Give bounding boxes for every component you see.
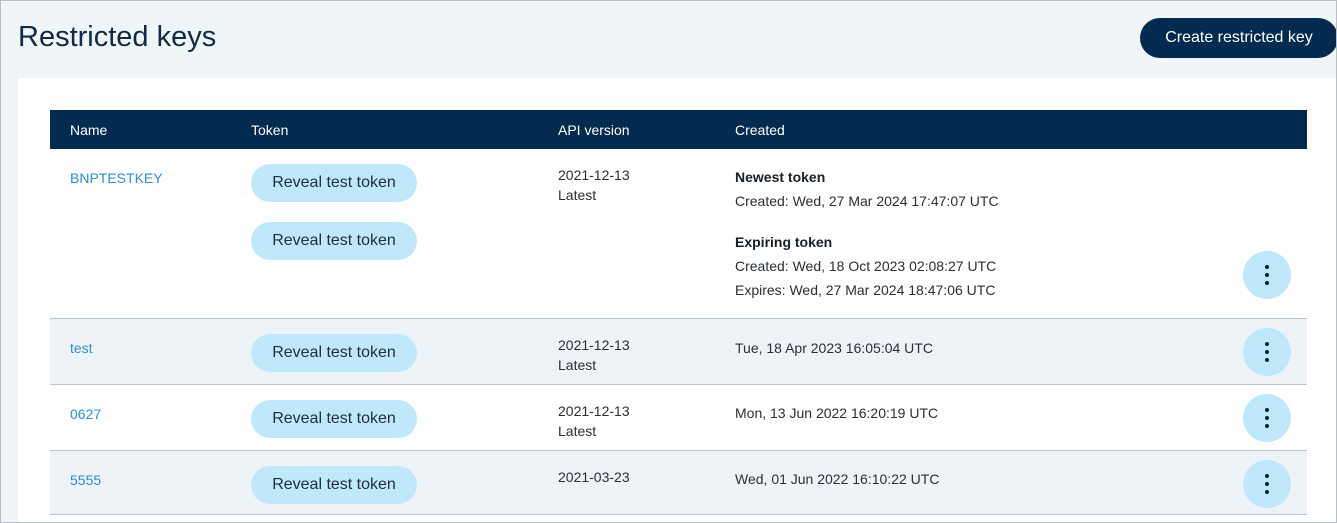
key-name-link[interactable]: 5555 <box>70 472 101 488</box>
reveal-test-token-button[interactable]: Reveal test token <box>251 466 417 504</box>
expiring-token-expires: Expires: Wed, 27 Mar 2024 18:47:06 UTC <box>735 282 996 298</box>
row-menu-button[interactable] <box>1243 460 1291 508</box>
created-date: Wed, 01 Jun 2022 16:10:22 UTC <box>735 471 940 487</box>
header-name: Name <box>70 122 108 138</box>
page-title: Restricted keys <box>18 21 217 53</box>
table-row: test Reveal test token 2021-12-13 Latest… <box>50 319 1307 385</box>
api-version: 2021-12-13 <box>558 167 630 183</box>
expiring-token-label: Expiring token <box>735 234 833 250</box>
key-name-link[interactable]: test <box>70 340 93 356</box>
row-menu-button[interactable] <box>1243 394 1291 442</box>
reveal-test-token-button[interactable]: Reveal test token <box>251 400 417 438</box>
api-version: 2021-12-13 <box>558 403 630 419</box>
api-version-tag: Latest <box>558 357 597 373</box>
api-version-cell: 2021-03-23 <box>558 467 630 487</box>
created-date: Mon, 13 Jun 2022 16:20:19 UTC <box>735 405 939 421</box>
more-vertical-icon <box>1265 474 1269 494</box>
reveal-test-token-button[interactable]: Reveal test token <box>251 334 417 372</box>
create-restricted-key-button[interactable]: Create restricted key <box>1140 18 1336 58</box>
restricted-keys-page: Restricted keys Create restricted key Na… <box>0 0 1337 523</box>
header-created: Created <box>735 122 785 138</box>
table-row: 0627 Reveal test token 2021-12-13 Latest… <box>50 385 1307 451</box>
created-cell: Newest token Created: Wed, 27 Mar 2024 1… <box>735 169 999 298</box>
row-menu-button[interactable] <box>1243 251 1291 299</box>
reveal-test-token-button[interactable]: Reveal test token <box>251 164 417 202</box>
newest-token-created: Created: Wed, 27 Mar 2024 17:47:07 UTC <box>735 193 999 209</box>
header-token: Token <box>251 122 289 138</box>
table-row: BNPTESTKEY Reveal test token Reveal test… <box>50 149 1307 319</box>
more-vertical-icon <box>1265 408 1269 428</box>
table-header: Name Token API version Created <box>50 110 1307 149</box>
restricted-keys-table: Name Token API version Created BNPTESTKE… <box>50 110 1307 515</box>
key-name-link[interactable]: 0627 <box>70 406 101 422</box>
newest-token-label: Newest token <box>735 169 826 185</box>
api-version-tag: Latest <box>558 423 597 439</box>
api-version-cell: 2021-12-13 Latest <box>558 335 630 375</box>
api-version-cell: 2021-12-13 Latest <box>558 401 630 441</box>
created-date: Tue, 18 Apr 2023 16:05:04 UTC <box>735 340 933 356</box>
table-row: 5555 Reveal test token 2021-03-23 Wed, 0… <box>50 451 1307 515</box>
key-name-link[interactable]: BNPTESTKEY <box>70 170 163 186</box>
more-vertical-icon <box>1265 342 1269 362</box>
header-api-version: API version <box>558 122 630 138</box>
expiring-token-created: Created: Wed, 18 Oct 2023 02:08:27 UTC <box>735 258 997 274</box>
api-version-cell: 2021-12-13 Latest <box>558 165 630 205</box>
api-version-tag: Latest <box>558 187 597 203</box>
more-vertical-icon <box>1265 265 1269 285</box>
row-menu-button[interactable] <box>1243 328 1291 376</box>
api-version: 2021-03-23 <box>558 469 630 485</box>
reveal-test-token-button[interactable]: Reveal test token <box>251 222 417 260</box>
api-version: 2021-12-13 <box>558 337 630 353</box>
